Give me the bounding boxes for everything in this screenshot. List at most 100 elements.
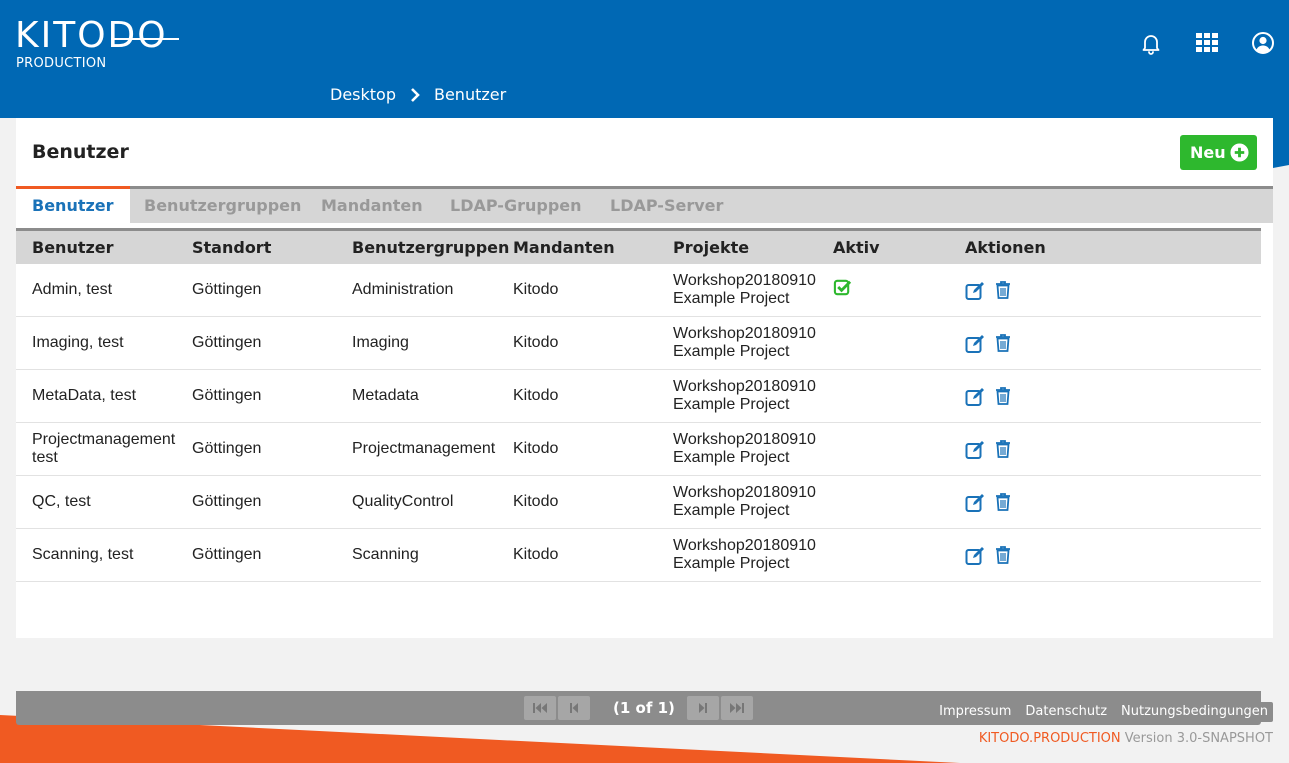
cell-client: Kitodo xyxy=(513,493,559,510)
logo-text: KITODO xyxy=(15,15,168,56)
project-name: Example Project xyxy=(673,449,790,466)
version-text: Version 3.0-SNAPSHOT xyxy=(1124,731,1273,746)
project-name: Example Project xyxy=(673,396,790,413)
cell-location: Göttingen xyxy=(192,387,262,404)
column-header-standort[interactable]: Standort xyxy=(192,231,271,264)
project-name: Example Project xyxy=(673,343,790,360)
last-page-button[interactable] xyxy=(721,696,753,720)
cell-active xyxy=(833,317,953,369)
table-row[interactable]: QC, test Göttingen QualityControl Kitodo Wor… xyxy=(16,476,1261,529)
column-header-aktionen: Aktionen xyxy=(965,238,1046,257)
table-row[interactable]: Projectmanagement test Göttingen Projectma… xyxy=(16,423,1261,476)
edit-icon[interactable] xyxy=(965,493,985,513)
project-name: Example Project xyxy=(673,502,790,519)
edit-icon[interactable] xyxy=(965,334,985,354)
project-name: Example Project xyxy=(673,290,790,307)
tab-benutzer[interactable]: Benutzer xyxy=(16,186,130,223)
cell-projects: Workshop20180910 Example Project xyxy=(673,529,833,581)
cell-projects: Workshop20180910 Example Project xyxy=(673,476,833,528)
breadcrumb-current: Benutzer xyxy=(433,84,507,104)
apps-grid-icon[interactable] xyxy=(1195,31,1219,55)
cell-active xyxy=(833,423,953,475)
cell-location: Göttingen xyxy=(192,546,262,563)
footer-version: KITODO.PRODUCTION Version 3.0-SNAPSHOT xyxy=(979,731,1273,746)
tab-benutzergruppen[interactable]: Benutzergruppen xyxy=(128,189,317,223)
plus-circle-icon xyxy=(1230,143,1249,162)
next-page-button[interactable] xyxy=(687,696,719,720)
edit-icon[interactable] xyxy=(965,546,985,566)
project-name: Workshop20180910 xyxy=(673,431,816,448)
tab-mandanten[interactable]: Mandanten xyxy=(305,189,439,223)
project-name: Workshop20180910 xyxy=(673,378,816,395)
kitodo-logo[interactable]: KITODO PRODUCTION xyxy=(15,18,180,74)
cell-projects: Workshop20180910 Example Project xyxy=(673,370,833,422)
cell-user-groups: QualityControl xyxy=(352,493,454,510)
project-name: Workshop20180910 xyxy=(673,537,816,554)
trash-icon[interactable] xyxy=(993,439,1013,459)
table-row[interactable]: Admin, test Göttingen Administration Kitodo… xyxy=(16,264,1261,317)
tab-bar: Benutzer Benutzergruppen Mandanten LDAP-… xyxy=(16,186,1273,223)
project-name: Workshop20180910 xyxy=(673,325,816,342)
cell-location: Göttingen xyxy=(192,281,262,298)
app-header: KITODO PRODUCTION Desktop Benutzer xyxy=(0,0,1289,118)
trash-icon[interactable] xyxy=(993,333,1013,353)
cell-location: Göttingen xyxy=(192,493,262,510)
cell-location: Göttingen xyxy=(192,440,262,457)
column-header-benutzergruppen[interactable]: Benutzergruppen xyxy=(352,231,509,264)
edit-icon[interactable] xyxy=(965,281,985,301)
cell-user: Scanning, test xyxy=(32,546,134,563)
tab-ldap-gruppen[interactable]: LDAP-Gruppen xyxy=(434,189,598,223)
cell-location: Göttingen xyxy=(192,334,262,351)
cell-user-groups: Imaging xyxy=(352,334,409,351)
page-title: Benutzer xyxy=(32,141,129,163)
first-page-icon xyxy=(533,703,547,713)
trash-icon[interactable] xyxy=(993,386,1013,406)
table-row[interactable]: MetaData, test Göttingen Metadata Kitodo Wor… xyxy=(16,370,1261,423)
column-header-benutzer[interactable]: Benutzer xyxy=(32,231,114,264)
cell-user-groups: Projectmanagement xyxy=(352,440,496,457)
table-row[interactable]: Imaging, test Göttingen Imaging Kitodo Works… xyxy=(16,317,1261,370)
cell-user-groups: Scanning xyxy=(352,546,419,563)
cell-client: Kitodo xyxy=(513,440,559,457)
cell-active xyxy=(833,476,953,528)
footer-link-nutzungsbedingungen[interactable]: Nutzungsbedingungen xyxy=(1116,702,1273,722)
cell-user-groups: Administration xyxy=(352,281,454,298)
new-user-button[interactable]: Neu xyxy=(1180,135,1257,170)
trash-icon[interactable] xyxy=(993,545,1013,565)
chevron-right-icon xyxy=(410,87,420,102)
trash-icon[interactable] xyxy=(993,280,1013,300)
trash-icon[interactable] xyxy=(993,492,1013,512)
breadcrumb-desktop[interactable]: Desktop xyxy=(330,85,396,104)
footer-link-impressum[interactable]: Impressum xyxy=(934,702,1017,722)
tab-ldap-server[interactable]: LDAP-Server xyxy=(594,189,739,223)
edit-icon[interactable] xyxy=(965,440,985,460)
cell-projects: Workshop20180910 Example Project xyxy=(673,264,833,316)
footer-link-datenschutz[interactable]: Datenschutz xyxy=(1020,702,1113,722)
cell-user: Admin, test xyxy=(32,281,113,298)
edit-icon[interactable] xyxy=(965,387,985,407)
footer-links: Impressum Datenschutz Nutzungsbedingunge… xyxy=(934,702,1273,722)
column-header-aktiv[interactable]: Aktiv xyxy=(833,231,880,264)
cell-client: Kitodo xyxy=(513,334,559,351)
project-name: Workshop20180910 xyxy=(673,272,816,289)
table-row[interactable]: Scanning, test Göttingen Scanning Kitodo Wor… xyxy=(16,529,1261,582)
project-name: Workshop20180910 xyxy=(673,484,816,501)
cell-user-groups: Metadata xyxy=(352,387,419,404)
previous-page-button[interactable] xyxy=(558,696,590,720)
breadcrumb: Desktop Benutzer xyxy=(330,84,506,104)
cell-projects: Workshop20180910 Example Project xyxy=(673,423,833,475)
column-header-projekte[interactable]: Projekte xyxy=(673,231,749,264)
user-account-icon[interactable] xyxy=(1251,31,1275,55)
users-card: Benutzer Neu Benutzer Benutzergruppen Ma… xyxy=(16,118,1273,725)
previous-page-icon xyxy=(570,703,578,713)
first-page-button[interactable] xyxy=(524,696,556,720)
last-page-icon xyxy=(730,703,744,713)
cell-active xyxy=(833,529,953,581)
cell-client: Kitodo xyxy=(513,387,559,404)
bell-icon[interactable] xyxy=(1139,31,1163,55)
cell-active xyxy=(833,264,953,316)
project-name: Example Project xyxy=(673,555,790,572)
column-header-mandanten[interactable]: Mandanten xyxy=(513,231,615,264)
cell-user: Imaging, test xyxy=(32,334,124,351)
active-check-icon xyxy=(833,278,852,302)
